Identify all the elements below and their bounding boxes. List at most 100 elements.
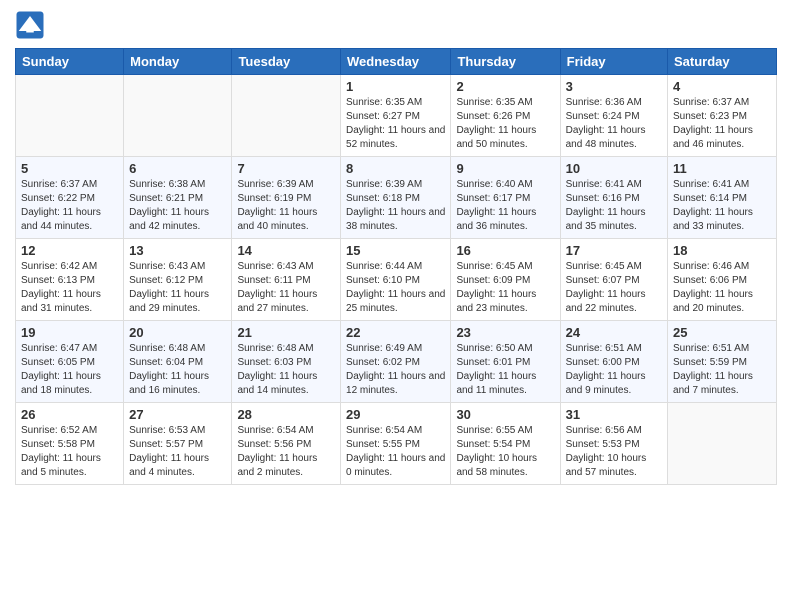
calendar-cell: 13 Sunrise: 6:43 AMSunset: 6:12 PMDayligh…	[124, 239, 232, 321]
calendar-cell: 23 Sunrise: 6:50 AMSunset: 6:01 PMDayligh…	[451, 321, 560, 403]
calendar-cell: 4 Sunrise: 6:37 AMSunset: 6:23 PMDaylight…	[668, 75, 777, 157]
calendar-cell: 5 Sunrise: 6:37 AMSunset: 6:22 PMDaylight…	[16, 157, 124, 239]
calendar-cell	[668, 403, 777, 485]
day-info: Sunrise: 6:54 AMSunset: 5:56 PMDaylight:…	[237, 424, 335, 480]
day-number: 30	[456, 407, 554, 422]
day-info: Sunrise: 6:39 AMSunset: 6:18 PMDaylight:…	[346, 178, 445, 234]
calendar-cell: 16 Sunrise: 6:45 AMSunset: 6:09 PMDayligh…	[451, 239, 560, 321]
day-info: Sunrise: 6:43 AMSunset: 6:12 PMDaylight:…	[129, 260, 226, 316]
calendar-cell: 22 Sunrise: 6:49 AMSunset: 6:02 PMDayligh…	[341, 321, 451, 403]
weekday-header: Monday	[124, 49, 232, 75]
day-number: 25	[673, 325, 771, 340]
calendar-cell: 15Sunrise: 6:44 AMSunset: 6:10 PMDayligh…	[341, 239, 451, 321]
day-info: Sunrise: 6:45 AMSunset: 6:09 PMDaylight:…	[456, 260, 554, 316]
calendar-cell: 21Sunrise: 6:48 AMSunset: 6:03 PMDayligh…	[232, 321, 341, 403]
calendar-cell: 6Sunrise: 6:38 AMSunset: 6:21 PMDaylight…	[124, 157, 232, 239]
calendar-cell: 19 Sunrise: 6:47 AMSunset: 6:05 PMDayligh…	[16, 321, 124, 403]
calendar-week-row: 1Sunrise: 6:35 AMSunset: 6:27 PMDaylight…	[16, 75, 777, 157]
calendar-cell: 11 Sunrise: 6:41 AMSunset: 6:14 PMDayligh…	[668, 157, 777, 239]
day-info: Sunrise: 6:36 AMSunset: 6:24 PMDaylight:…	[566, 96, 662, 152]
calendar-cell	[232, 75, 341, 157]
day-number: 3	[566, 79, 662, 94]
calendar-cell: 7 Sunrise: 6:39 AMSunset: 6:19 PMDaylight…	[232, 157, 341, 239]
weekday-header: Thursday	[451, 49, 560, 75]
day-number: 6	[129, 161, 226, 176]
day-info: Sunrise: 6:41 AMSunset: 6:16 PMDaylight:…	[566, 178, 662, 234]
day-info: Sunrise: 6:56 AMSunset: 5:53 PMDaylight:…	[566, 424, 662, 480]
day-number: 18	[673, 243, 771, 258]
page-container: SundayMondayTuesdayWednesdayThursdayFrid…	[0, 0, 792, 495]
calendar-cell: 18 Sunrise: 6:46 AMSunset: 6:06 PMDayligh…	[668, 239, 777, 321]
day-number: 7	[237, 161, 335, 176]
calendar-cell: 9Sunrise: 6:40 AMSunset: 6:17 PMDaylight…	[451, 157, 560, 239]
day-number: 19	[21, 325, 118, 340]
day-number: 26	[21, 407, 118, 422]
weekday-header: Wednesday	[341, 49, 451, 75]
weekday-header: Friday	[560, 49, 667, 75]
day-number: 22	[346, 325, 445, 340]
calendar-cell: 1Sunrise: 6:35 AMSunset: 6:27 PMDaylight…	[341, 75, 451, 157]
day-number: 13	[129, 243, 226, 258]
calendar-cell	[16, 75, 124, 157]
day-number: 31	[566, 407, 662, 422]
day-number: 16	[456, 243, 554, 258]
day-info: Sunrise: 6:53 AMSunset: 5:57 PMDaylight:…	[129, 424, 226, 480]
calendar-week-row: 5 Sunrise: 6:37 AMSunset: 6:22 PMDaylight…	[16, 157, 777, 239]
day-info: Sunrise: 6:50 AMSunset: 6:01 PMDaylight:…	[456, 342, 554, 398]
day-number: 24	[566, 325, 662, 340]
day-info: Sunrise: 6:52 AMSunset: 5:58 PMDaylight:…	[21, 424, 118, 480]
calendar-week-row: 26 Sunrise: 6:52 AMSunset: 5:58 PMDayligh…	[16, 403, 777, 485]
day-info: Sunrise: 6:35 AMSunset: 6:26 PMDaylight:…	[456, 96, 554, 152]
day-info: Sunrise: 6:46 AMSunset: 6:06 PMDaylight:…	[673, 260, 771, 316]
page-header	[15, 10, 777, 40]
day-info: Sunrise: 6:47 AMSunset: 6:05 PMDaylight:…	[21, 342, 118, 398]
day-number: 27	[129, 407, 226, 422]
day-info: Sunrise: 6:51 AMSunset: 5:59 PMDaylight:…	[673, 342, 771, 398]
day-info: Sunrise: 6:41 AMSunset: 6:14 PMDaylight:…	[673, 178, 771, 234]
logo-icon	[15, 10, 45, 40]
day-number: 5	[21, 161, 118, 176]
day-number: 10	[566, 161, 662, 176]
day-number: 1	[346, 79, 445, 94]
calendar-cell: 14 Sunrise: 6:43 AMSunset: 6:11 PMDayligh…	[232, 239, 341, 321]
calendar-cell: 25 Sunrise: 6:51 AMSunset: 5:59 PMDayligh…	[668, 321, 777, 403]
day-number: 28	[237, 407, 335, 422]
day-number: 9	[456, 161, 554, 176]
calendar-cell: 26 Sunrise: 6:52 AMSunset: 5:58 PMDayligh…	[16, 403, 124, 485]
day-info: Sunrise: 6:54 AMSunset: 5:55 PMDaylight:…	[346, 424, 445, 480]
calendar-cell: 31 Sunrise: 6:56 AMSunset: 5:53 PMDayligh…	[560, 403, 667, 485]
day-number: 21	[237, 325, 335, 340]
day-info: Sunrise: 6:49 AMSunset: 6:02 PMDaylight:…	[346, 342, 445, 398]
day-number: 12	[21, 243, 118, 258]
day-info: Sunrise: 6:43 AMSunset: 6:11 PMDaylight:…	[237, 260, 335, 316]
logo	[15, 10, 47, 40]
calendar-cell: 28 Sunrise: 6:54 AMSunset: 5:56 PMDayligh…	[232, 403, 341, 485]
day-number: 23	[456, 325, 554, 340]
day-number: 20	[129, 325, 226, 340]
day-info: Sunrise: 6:45 AMSunset: 6:07 PMDaylight:…	[566, 260, 662, 316]
day-number: 4	[673, 79, 771, 94]
weekday-header: Sunday	[16, 49, 124, 75]
day-number: 17	[566, 243, 662, 258]
calendar-cell: 24Sunrise: 6:51 AMSunset: 6:00 PMDayligh…	[560, 321, 667, 403]
weekday-header-row: SundayMondayTuesdayWednesdayThursdayFrid…	[16, 49, 777, 75]
calendar-week-row: 19 Sunrise: 6:47 AMSunset: 6:05 PMDayligh…	[16, 321, 777, 403]
day-info: Sunrise: 6:42 AMSunset: 6:13 PMDaylight:…	[21, 260, 118, 316]
day-info: Sunrise: 6:48 AMSunset: 6:04 PMDaylight:…	[129, 342, 226, 398]
day-number: 14	[237, 243, 335, 258]
day-info: Sunrise: 6:37 AMSunset: 6:22 PMDaylight:…	[21, 178, 118, 234]
calendar-cell: 8Sunrise: 6:39 AMSunset: 6:18 PMDaylight…	[341, 157, 451, 239]
day-info: Sunrise: 6:37 AMSunset: 6:23 PMDaylight:…	[673, 96, 771, 152]
weekday-header: Saturday	[668, 49, 777, 75]
day-number: 29	[346, 407, 445, 422]
calendar-cell: 17 Sunrise: 6:45 AMSunset: 6:07 PMDayligh…	[560, 239, 667, 321]
day-number: 2	[456, 79, 554, 94]
calendar-cell: 27 Sunrise: 6:53 AMSunset: 5:57 PMDayligh…	[124, 403, 232, 485]
calendar-cell: 3 Sunrise: 6:36 AMSunset: 6:24 PMDaylight…	[560, 75, 667, 157]
day-number: 11	[673, 161, 771, 176]
calendar-cell: 10 Sunrise: 6:41 AMSunset: 6:16 PMDayligh…	[560, 157, 667, 239]
calendar-cell: 20 Sunrise: 6:48 AMSunset: 6:04 PMDayligh…	[124, 321, 232, 403]
day-info: Sunrise: 6:55 AMSunset: 5:54 PMDaylight:…	[456, 424, 554, 480]
day-info: Sunrise: 6:39 AMSunset: 6:19 PMDaylight:…	[237, 178, 335, 234]
calendar-cell: 12 Sunrise: 6:42 AMSunset: 6:13 PMDayligh…	[16, 239, 124, 321]
